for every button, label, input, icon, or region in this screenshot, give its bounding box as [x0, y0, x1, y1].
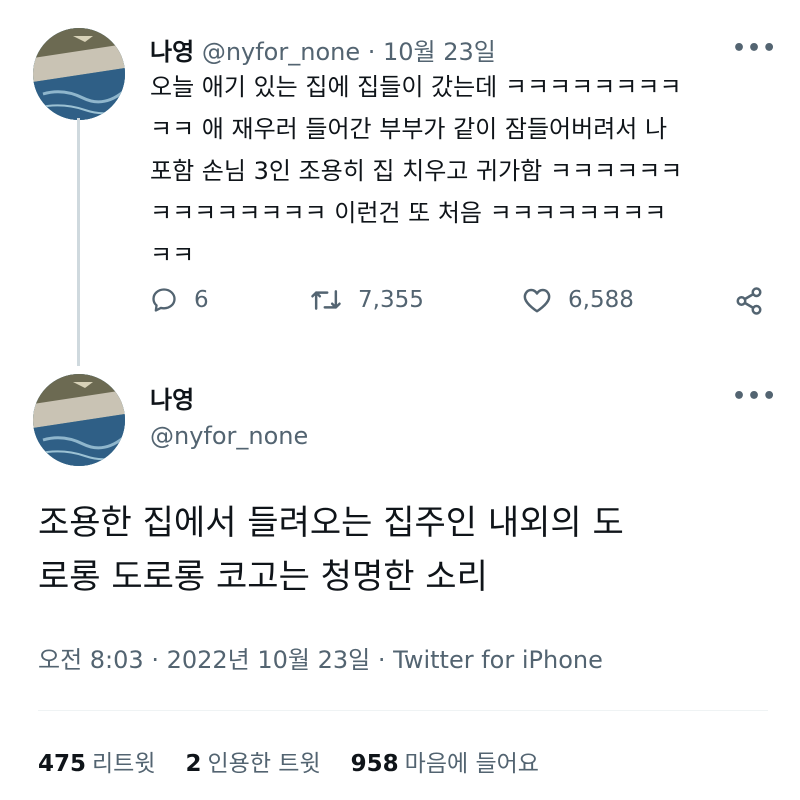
tweet-date[interactable]: 10월 23일 — [383, 38, 496, 66]
author-handle[interactable]: @nyfor_none — [150, 422, 308, 450]
avatar[interactable] — [33, 374, 125, 466]
reply-icon — [152, 288, 176, 312]
author-handle[interactable]: @nyfor_none — [202, 38, 360, 66]
author-name[interactable]: 나영 — [150, 380, 194, 415]
more-icon[interactable]: ••• — [732, 384, 777, 409]
like-icon — [523, 288, 551, 313]
reply-count: 6 — [194, 287, 209, 313]
quotes-count: 2 — [185, 751, 202, 777]
tweet-header: 나영 @nyfor_none · 10월 23일 — [150, 32, 496, 67]
likes-count: 958 — [350, 751, 399, 777]
avatar-image — [33, 28, 125, 120]
like-button[interactable]: 6,588 — [522, 286, 634, 314]
tweet-full-date[interactable]: 2022년 10월 23일 — [167, 646, 371, 674]
tweet-meta: 오전 8:03 · 2022년 10월 23일 · Twitter for iP… — [38, 640, 603, 675]
like-count: 6,588 — [568, 287, 634, 313]
more-icon[interactable]: ••• — [732, 36, 777, 61]
share-icon — [736, 287, 762, 315]
tweet-text: 오늘 애기 있는 집에 집들이 갔는데 ㅋㅋㅋㅋㅋㅋㅋㅋ ㅋㅋ 애 재우러 들어… — [150, 73, 683, 269]
retweets-label: 리트윗 — [92, 751, 156, 777]
quotes-label: 인용한 트윗 — [207, 751, 321, 777]
retweets-stat[interactable]: 475 리트윗 — [38, 744, 156, 778]
avatar-image — [33, 374, 125, 466]
share-button[interactable] — [734, 286, 764, 316]
retweets-count: 475 — [38, 751, 87, 777]
tweet-time[interactable]: 오전 8:03 — [38, 646, 144, 674]
retweet-count: 7,355 — [358, 287, 424, 313]
retweet-button[interactable]: 7,355 — [310, 286, 424, 314]
dot-separator: · — [377, 646, 394, 674]
tweet-actions: 6 7,355 6,588 — [150, 286, 780, 332]
dot-separator: · — [151, 646, 167, 674]
quotes-stat[interactable]: 2 인용한 트윗 — [186, 744, 321, 778]
divider — [38, 710, 768, 711]
likes-label: 마음에 들어요 — [404, 751, 539, 777]
retweet-icon — [311, 290, 341, 310]
dot-separator: · — [367, 38, 384, 66]
reply-text: 조용한 집에서 들려오는 집주인 내외의 도 로롱 도로롱 코고는 청명한 소리 — [38, 503, 624, 597]
thread-line — [77, 118, 80, 366]
tweet-source[interactable]: Twitter for iPhone — [393, 646, 603, 674]
reply-button[interactable]: 6 — [150, 286, 209, 314]
engagement-stats: 475 리트윗 2 인용한 트윗 958 마음에 들어요 — [38, 744, 539, 778]
author-name[interactable]: 나영 — [150, 38, 194, 66]
likes-stat[interactable]: 958 마음에 들어요 — [351, 744, 539, 778]
avatar[interactable] — [33, 28, 125, 120]
